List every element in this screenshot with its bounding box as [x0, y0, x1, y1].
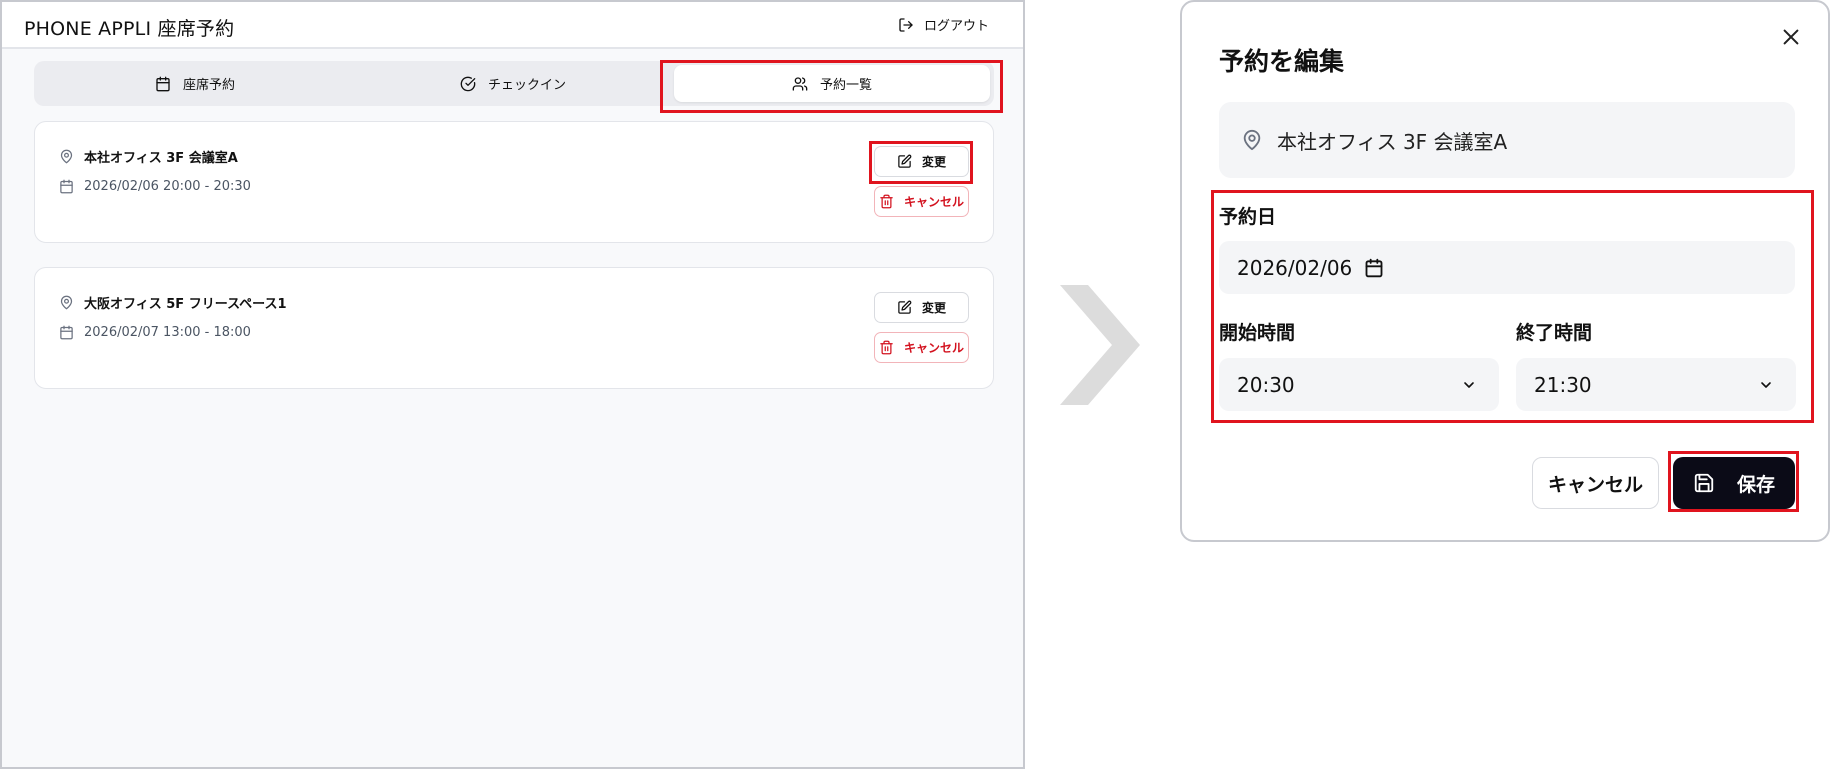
logout-button[interactable]: ログアウト: [898, 15, 989, 34]
cancel-label: キャンセル: [903, 195, 964, 209]
edit-icon: [898, 300, 912, 314]
end-time-value: 21:30: [1534, 372, 1592, 397]
cancel-button[interactable]: キャンセル: [1532, 457, 1659, 509]
logout-icon: [899, 17, 913, 32]
logout-label: ログアウト: [923, 19, 989, 34]
start-time-value: 20:30: [1237, 372, 1295, 397]
reservation-datetime: 2026/02/06 20:00 - 20:30: [59, 179, 251, 194]
location-text: 大阪オフィス 5F フリースペース1: [84, 297, 287, 312]
chevron-down-icon: [1464, 381, 1474, 388]
location-text: 本社オフィス 3F 会議室A: [84, 151, 238, 166]
close-icon[interactable]: [1780, 26, 1802, 48]
calendar-icon: [60, 325, 73, 340]
reservation-card: 本社オフィス 3F 会議室A 2026/02/06 20:00 - 20:30 …: [34, 121, 994, 243]
location-display: 本社オフィス 3F 会議室A: [1219, 102, 1795, 178]
date-label: 予約日: [1219, 206, 1277, 228]
cancel-reservation-button[interactable]: キャンセル: [874, 186, 969, 217]
chevron-right-icon: [1060, 285, 1140, 405]
calendar-icon: [156, 76, 170, 91]
users-icon: [792, 76, 808, 91]
tab-bar: 座席予約 チェックイン 予約一覧: [34, 61, 994, 106]
app-header: PHONE APPLI 座席予約 ログアウト: [2, 2, 1023, 49]
trash-icon: [880, 194, 893, 209]
check-circle-icon: [460, 76, 476, 91]
chevron-down-icon: [1761, 381, 1771, 388]
reservation-datetime: 2026/02/07 13:00 - 18:00: [59, 325, 251, 340]
cancel-label: キャンセル: [903, 341, 964, 355]
dialog-title: 予約を編集: [1219, 47, 1345, 76]
edit-label: 変更: [921, 155, 946, 169]
start-time-label: 開始時間: [1219, 322, 1296, 344]
datetime-text: 2026/02/07 13:00 - 18:00: [84, 325, 251, 340]
date-input[interactable]: 2026/02/06: [1219, 241, 1795, 294]
tab-label: 予約一覧: [819, 78, 872, 93]
save-button[interactable]: 保存: [1673, 457, 1795, 509]
tab-seat-reservation[interactable]: 座席予約: [38, 65, 352, 102]
tab-label: チェックイン: [487, 78, 566, 93]
tab-reservation-list[interactable]: 予約一覧: [674, 65, 990, 102]
map-pin-icon: [1243, 129, 1261, 151]
trash-icon: [880, 340, 893, 355]
cancel-button-label: キャンセル: [1547, 473, 1643, 496]
edit-button[interactable]: 変更: [874, 146, 969, 177]
start-time-select[interactable]: 20:30: [1219, 358, 1499, 411]
location-text: 本社オフィス 3F 会議室A: [1277, 129, 1508, 154]
app-title: PHONE APPLI 座席予約: [24, 18, 235, 40]
reservation-location: 本社オフィス 3F 会議室A: [59, 147, 238, 166]
reservation-card: 大阪オフィス 5F フリースペース1 2026/02/07 13:00 - 18…: [34, 267, 994, 389]
save-icon: [1694, 473, 1714, 493]
datetime-text: 2026/02/06 20:00 - 20:30: [84, 179, 251, 194]
map-pin-icon: [60, 295, 73, 310]
app-window: PHONE APPLI 座席予約 ログアウト 座席予約 チェックイン 予約一覧: [0, 0, 1025, 769]
tab-checkin[interactable]: チェックイン: [356, 65, 670, 102]
edit-reservation-dialog: 予約を編集 本社オフィス 3F 会議室A 予約日 2026/02/06 開始時間…: [1180, 0, 1830, 542]
cancel-reservation-button[interactable]: キャンセル: [874, 332, 969, 363]
save-button-label: 保存: [1736, 473, 1775, 496]
end-time-label: 終了時間: [1516, 322, 1593, 344]
reservation-location: 大阪オフィス 5F フリースペース1: [59, 293, 287, 312]
calendar-icon: [60, 179, 73, 194]
date-value: 2026/02/06: [1237, 255, 1353, 280]
edit-button[interactable]: 変更: [874, 292, 969, 323]
end-time-select[interactable]: 21:30: [1516, 358, 1796, 411]
calendar-icon[interactable]: [1364, 258, 1384, 278]
edit-label: 変更: [921, 301, 946, 315]
tab-label: 座席予約: [182, 78, 235, 93]
map-pin-icon: [60, 149, 73, 164]
edit-icon: [898, 154, 912, 168]
